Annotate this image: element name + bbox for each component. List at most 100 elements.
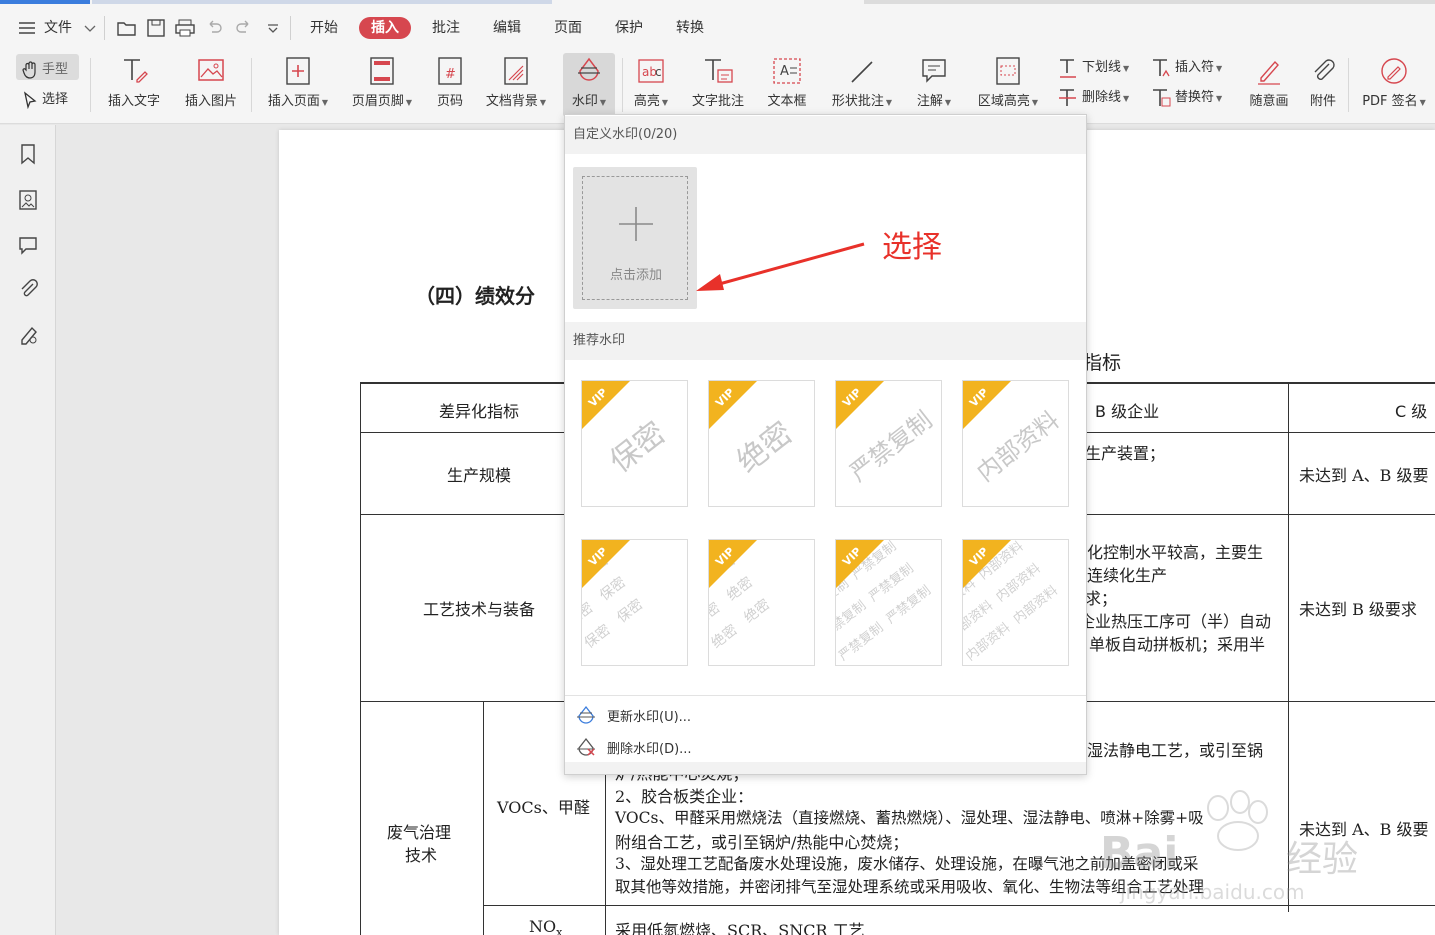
highlight-button[interactable]: ab c 高亮 ▼ bbox=[630, 56, 672, 109]
paperclip-icon bbox=[1314, 59, 1335, 80]
menu-bar: 文件 开始 插入 批注 编辑 页面 保护 转换 bbox=[0, 0, 1435, 50]
table-border bbox=[360, 382, 361, 935]
delete-watermark-item[interactable]: 删除水印(D)... bbox=[575, 737, 692, 757]
table-cell: VOCs、甲醛 bbox=[497, 798, 590, 817]
watermark-button[interactable]: 水印 ▼ bbox=[563, 53, 615, 117]
cursor-icon bbox=[23, 90, 37, 109]
custom-watermark-header: 自定义水印(0/20) bbox=[565, 116, 1086, 154]
save-icon[interactable] bbox=[146, 18, 166, 38]
separator bbox=[90, 58, 91, 112]
hamburger-menu[interactable] bbox=[18, 20, 36, 40]
table-cell: 湿法静电工艺，或引至锅 bbox=[1087, 741, 1264, 760]
pdf-sign-button[interactable]: PDF 签名 ▼ bbox=[1356, 56, 1432, 109]
comment-icon[interactable] bbox=[18, 235, 38, 255]
separator bbox=[104, 16, 105, 40]
freehand-button[interactable]: 随意画 bbox=[1245, 56, 1293, 109]
open-folder-icon[interactable] bbox=[116, 18, 138, 38]
file-menu[interactable]: 文件 bbox=[44, 17, 72, 39]
tab-insert[interactable]: 插入 bbox=[359, 17, 411, 39]
hand-tool-button[interactable]: 手型 bbox=[16, 54, 79, 80]
insert-mark-button[interactable]: 插入符 ▼ bbox=[1151, 56, 1222, 79]
image-icon bbox=[198, 59, 224, 81]
strikethrough-button[interactable]: 删除线 ▼ bbox=[1058, 86, 1129, 109]
doc-background-button[interactable]: 文档背景 ▼ bbox=[480, 56, 552, 109]
vip-badge: VIP bbox=[963, 381, 1011, 429]
recommended-watermark-header: 推荐水印 bbox=[565, 322, 1086, 360]
header-footer-button[interactable]: 页眉页脚 ▼ bbox=[346, 56, 418, 109]
strikethrough-icon bbox=[1059, 88, 1076, 106]
tab-convert[interactable]: 转换 bbox=[674, 17, 706, 39]
annotation-label: 选择 bbox=[882, 230, 942, 265]
highlight-icon: abc bbox=[638, 59, 664, 83]
watermark-tile-internal[interactable]: 内部资料 VIP bbox=[962, 380, 1069, 507]
annotation-button[interactable]: 注解 ▼ bbox=[913, 56, 955, 109]
chevron-down-icon[interactable] bbox=[84, 24, 96, 34]
underline-button[interactable]: 下划线 ▼ bbox=[1058, 56, 1129, 79]
ribbon-toolbar: 手型 选择 插入文字 插入图片 插入页面 ▼ 页眉页脚 ▼ # 页码 文档背景 ▼ 水… bbox=[0, 50, 1435, 124]
watermark-tile-top-secret[interactable]: 绝密 VIP bbox=[708, 380, 815, 507]
pen-icon bbox=[1258, 60, 1280, 85]
bookmark-icon[interactable] bbox=[18, 143, 38, 165]
separator bbox=[290, 16, 291, 40]
thumbnail-icon[interactable] bbox=[18, 189, 38, 211]
vip-badge: VIP bbox=[582, 381, 630, 429]
separator bbox=[251, 58, 252, 112]
watermark-tile-confidential[interactable]: 保密 VIP bbox=[581, 380, 688, 507]
line-shape-icon bbox=[851, 61, 873, 83]
tab-start[interactable]: 开始 bbox=[308, 17, 340, 39]
divider bbox=[565, 695, 1086, 696]
hamburger-icon bbox=[19, 22, 35, 34]
text-box-button[interactable]: A 文本框 bbox=[763, 56, 811, 109]
comment-bubble-icon bbox=[922, 59, 946, 83]
tab-edit[interactable]: 编辑 bbox=[491, 17, 523, 39]
left-sidebar bbox=[0, 125, 56, 935]
undo-icon[interactable] bbox=[204, 18, 224, 38]
paperclip-icon[interactable] bbox=[18, 278, 38, 300]
watermark-tile-no-copy-tiled[interactable]: 严禁复制 严禁复制 严禁复制 严禁复制 严禁复制 严禁复制 VIP bbox=[835, 539, 942, 666]
page-number-button[interactable]: # 页码 bbox=[430, 56, 470, 109]
table-cell: 单板自动拼板机；采用半 bbox=[1089, 635, 1266, 654]
signature-icon bbox=[1381, 58, 1407, 84]
shape-comment-button[interactable]: 形状批注 ▼ bbox=[826, 56, 898, 109]
select-tool-button[interactable]: 选择 bbox=[22, 88, 68, 109]
text-comment-icon bbox=[705, 59, 733, 83]
separator bbox=[1348, 58, 1349, 112]
watermark-dropdown: 自定义水印(0/20) 点击添加 推荐水印 保密 VIP 绝密 VIP 严禁复制… bbox=[564, 114, 1087, 775]
underline-icon bbox=[1060, 58, 1076, 78]
update-watermark-item[interactable]: 更新水印(U)... bbox=[575, 705, 691, 725]
print-icon[interactable] bbox=[174, 18, 196, 38]
insert-page-button[interactable]: 插入页面 ▼ bbox=[262, 56, 334, 109]
tab-comment[interactable]: 批注 bbox=[430, 17, 462, 39]
replace-mark-button[interactable]: 替换符 ▼ bbox=[1151, 86, 1222, 109]
table-header-cell: 差异化指标 bbox=[439, 402, 520, 421]
attachment-button[interactable]: 附件 bbox=[1305, 56, 1341, 109]
dropdown-footer bbox=[565, 762, 1086, 774]
signature-pen-icon[interactable] bbox=[18, 324, 40, 346]
area-highlight-button[interactable]: 区域高亮 ▼ bbox=[972, 56, 1044, 109]
table-cell: 未达到 B 级要求 bbox=[1299, 600, 1417, 619]
baidu-logo-text: Bai bbox=[1100, 828, 1179, 879]
delete-watermark-icon bbox=[577, 737, 595, 756]
quick-access-more-icon[interactable] bbox=[266, 22, 280, 36]
insert-text-button[interactable]: 插入文字 bbox=[103, 56, 165, 109]
table-cell: 连续化生产 bbox=[1087, 566, 1168, 585]
add-watermark-tile[interactable]: 点击添加 bbox=[573, 167, 697, 309]
table-cell: 废气治理 bbox=[387, 823, 452, 842]
vip-badge: VIP bbox=[709, 540, 757, 588]
watermark-tile-no-copy[interactable]: 严禁复制 VIP bbox=[835, 380, 942, 507]
insert-image-button[interactable]: 插入图片 bbox=[180, 56, 242, 109]
window-tab-strip bbox=[0, 0, 1435, 4]
baidu-domain: jingyan.baidu.com bbox=[1120, 880, 1305, 904]
text-comment-button[interactable]: 文字批注 bbox=[686, 56, 750, 109]
add-watermark-area: 点击添加 bbox=[582, 176, 688, 300]
redo-icon[interactable] bbox=[234, 18, 254, 38]
tab-protect[interactable]: 保护 bbox=[613, 17, 645, 39]
table-cell: 未达到 A、B 级要 bbox=[1299, 466, 1429, 485]
watermark-tile-top-secret-tiled[interactable]: 绝密 绝密 绝密 绝密 绝密 绝密 VIP bbox=[708, 539, 815, 666]
table-cell: 技术 bbox=[405, 846, 438, 865]
tab-page[interactable]: 页面 bbox=[552, 17, 584, 39]
watermark-tile-confidential-tiled[interactable]: 保密 保密 保密 保密 保密 保密 VIP bbox=[581, 539, 688, 666]
watermark-tile-internal-tiled[interactable]: 内部资料 内部资料 内部资料 内部资料 内部资料 内部资料 VIP bbox=[962, 539, 1069, 666]
table-cell: 附组合工艺，或引至锅炉/热能中心焚烧； bbox=[615, 833, 909, 852]
vip-badge: VIP bbox=[836, 381, 884, 429]
